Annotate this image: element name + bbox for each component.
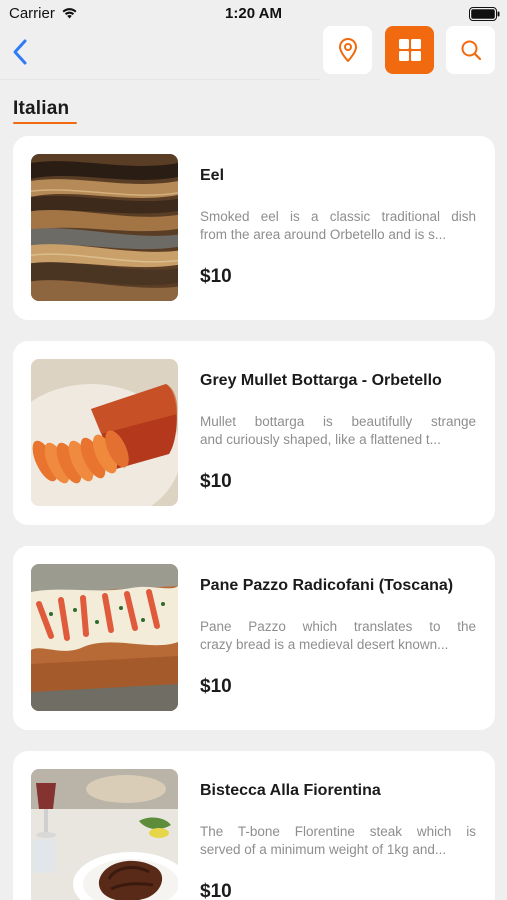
food-price: $10 — [200, 676, 232, 697]
food-description-line: served of a minimum weight of 1kg and... — [200, 842, 447, 857]
food-description: Smoked eel is a classic traditional dish… — [200, 208, 476, 244]
category-title: Italian — [13, 98, 70, 119]
location-pin-icon — [338, 38, 357, 62]
food-card-pane-pazzo[interactable]: Pane Pazzo Radicofani (Toscana) Pane Paz… — [13, 546, 495, 730]
food-image-eel — [31, 154, 178, 301]
status-bar: Carrier 1:20 AM — [0, 0, 507, 26]
nav-divider — [0, 79, 320, 80]
screen: Carrier 1:20 AM Italian Eel Smoked eel i… — [0, 0, 507, 900]
food-price: $10 — [200, 266, 232, 287]
food-description-line: Mullet bottarga is beautifully strange — [200, 414, 476, 429]
food-description-line: Smoked eel is a classic traditional dish — [200, 209, 476, 224]
food-card-bottarga[interactable]: Grey Mullet Bottarga - Orbetello Mullet … — [13, 341, 495, 525]
food-image-bistecca — [31, 769, 178, 900]
food-card-eel[interactable]: Eel Smoked eel is a classic traditional … — [13, 136, 495, 320]
food-description-line: and curiously shaped, like a flattened t… — [200, 432, 441, 447]
grid-view-button[interactable] — [385, 26, 434, 74]
food-description-line: from the area around Orbetello and is s.… — [200, 227, 447, 242]
food-price: $10 — [200, 881, 232, 900]
food-title: Bistecca Alla Fiorentina — [200, 782, 381, 799]
category-underline — [13, 122, 77, 124]
search-button[interactable] — [446, 26, 495, 74]
back-button[interactable] — [6, 36, 34, 68]
food-description-line: crazy bread is a medieval desert known..… — [200, 637, 449, 652]
food-card-bistecca[interactable]: Bistecca Alla Fiorentina The T-bone Flor… — [13, 751, 495, 900]
food-title: Grey Mullet Bottarga - Orbetello — [200, 372, 442, 389]
search-icon — [461, 40, 481, 61]
location-button[interactable] — [323, 26, 372, 74]
battery-icon — [469, 7, 500, 21]
grid-icon — [398, 39, 421, 61]
nav-bar — [0, 26, 507, 80]
food-image-bottarga — [31, 359, 178, 506]
status-time: 1:20 AM — [225, 5, 282, 22]
food-description-line: Pane Pazzo which translates to the — [200, 619, 476, 634]
food-description: The T-bone Florentine steak which is ser… — [200, 823, 476, 859]
food-description: Pane Pazzo which translates to the crazy… — [200, 618, 476, 654]
food-title: Eel — [200, 167, 225, 184]
food-title: Pane Pazzo Radicofani (Toscana) — [200, 577, 454, 594]
chevron-left-icon — [13, 39, 27, 65]
food-description: Mullet bottarga is beautifully strange a… — [200, 413, 476, 449]
food-image-pane-pazzo — [31, 564, 178, 711]
food-description-line: The T-bone Florentine steak which is — [200, 824, 476, 839]
food-price: $10 — [200, 471, 232, 492]
